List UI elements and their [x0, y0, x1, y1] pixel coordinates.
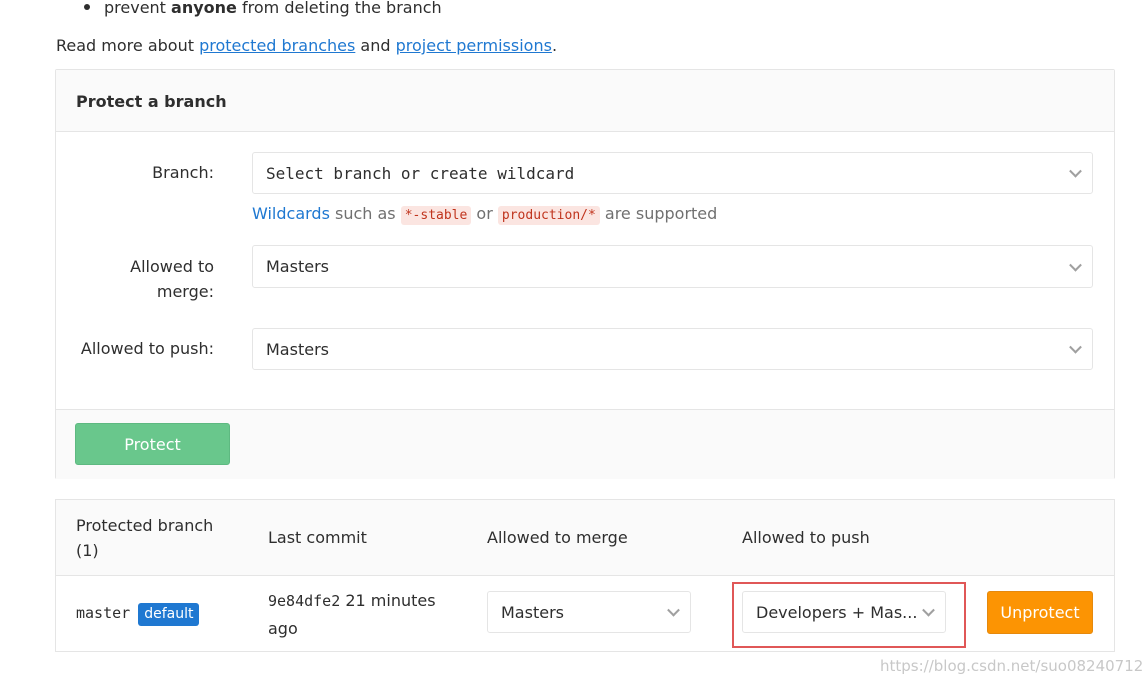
unprotect-button[interactable]: Unprotect — [987, 591, 1093, 634]
bullet-item: prevent anyone from deleting the branch — [84, 0, 442, 19]
row-merge-value: Masters — [501, 602, 564, 622]
header-last-commit: Last commit — [268, 528, 367, 547]
merge-value: Masters — [266, 257, 329, 276]
allowed-to-merge-select[interactable]: Masters — [252, 245, 1093, 288]
read-more-text: Read more about protected branches and p… — [56, 35, 557, 57]
panel-title: Protect a branch — [56, 70, 1114, 132]
push-label: Allowed to push: — [80, 339, 214, 358]
bullet-bold: anyone — [171, 0, 237, 17]
branch-label: Branch: — [152, 163, 214, 182]
read-more-suffix: . — [551, 36, 558, 55]
merge-label-line2: merge: — [156, 282, 214, 301]
hint-suffix: are supported — [599, 204, 718, 223]
push-value: Masters — [266, 339, 329, 359]
bullet-dot — [84, 3, 90, 10]
merge-label-line1: Allowed to — [130, 257, 214, 276]
header-allowed-push: Allowed to push — [742, 528, 870, 547]
merge-label: Allowed to merge: — [54, 254, 214, 304]
protected-branches-table: Protected branch (1) Last commit Allowed… — [55, 499, 1115, 652]
header-allowed-merge: Allowed to merge — [487, 528, 628, 547]
branch-select[interactable]: Select branch or create wildcard — [252, 152, 1093, 194]
row-push-select[interactable]: Developers + Mas... — [742, 591, 946, 633]
header-protected-branch: Protected branch (1) — [76, 513, 213, 563]
hint-code-production: production/* — [497, 206, 600, 225]
branch-cell: master default — [76, 599, 200, 627]
allowed-to-push-select[interactable]: Masters — [252, 328, 1093, 370]
protect-button[interactable]: Protect — [75, 423, 230, 465]
protect-branch-panel: Protect a branch Branch: Select branch o… — [55, 69, 1115, 479]
read-more-and: and — [355, 36, 396, 55]
row-merge-select[interactable]: Masters — [487, 591, 691, 633]
header-branch-line1: Protected branch — [76, 516, 214, 535]
project-permissions-link[interactable]: project permissions — [396, 36, 552, 55]
chevron-down-icon — [922, 603, 935, 617]
watermark: https://blog.csdn.net/suo082407128 — [880, 657, 1142, 675]
chevron-down-icon — [667, 603, 680, 617]
default-badge: default — [138, 603, 200, 626]
header-branch-line2: (1) — [76, 541, 99, 560]
protected-branches-link[interactable]: protected branches — [199, 36, 355, 55]
commit-time-line2: ago — [268, 619, 298, 638]
chevron-down-icon — [1069, 164, 1082, 178]
table-header: Protected branch (1) Last commit Allowed… — [56, 500, 1114, 576]
read-more-prefix: Read more about — [56, 36, 200, 55]
wildcard-hint: Wildcards such as *-stable or production… — [252, 203, 717, 227]
wildcards-link[interactable]: Wildcards — [252, 204, 330, 223]
panel-footer: Protect — [56, 409, 1114, 479]
branch-placeholder: Select branch or create wildcard — [266, 163, 575, 183]
row-push-value: Developers + Mas... — [756, 602, 918, 622]
bullet-suffix: from deleting the branch — [236, 0, 442, 17]
hint-code-stable: *-stable — [400, 206, 472, 225]
branch-name: master — [76, 604, 131, 622]
commit-sha[interactable]: 9e84dfe2 — [268, 592, 340, 610]
chevron-down-icon — [1069, 258, 1082, 272]
chevron-down-icon — [1069, 340, 1082, 354]
commit-time: 21 minutes — [340, 591, 436, 610]
hint-or: or — [471, 204, 498, 223]
hint-such-as: such as — [329, 204, 401, 223]
last-commit-cell: 9e84dfe2 21 minutes ago — [268, 587, 436, 642]
bullet-prefix: prevent — [104, 0, 172, 17]
